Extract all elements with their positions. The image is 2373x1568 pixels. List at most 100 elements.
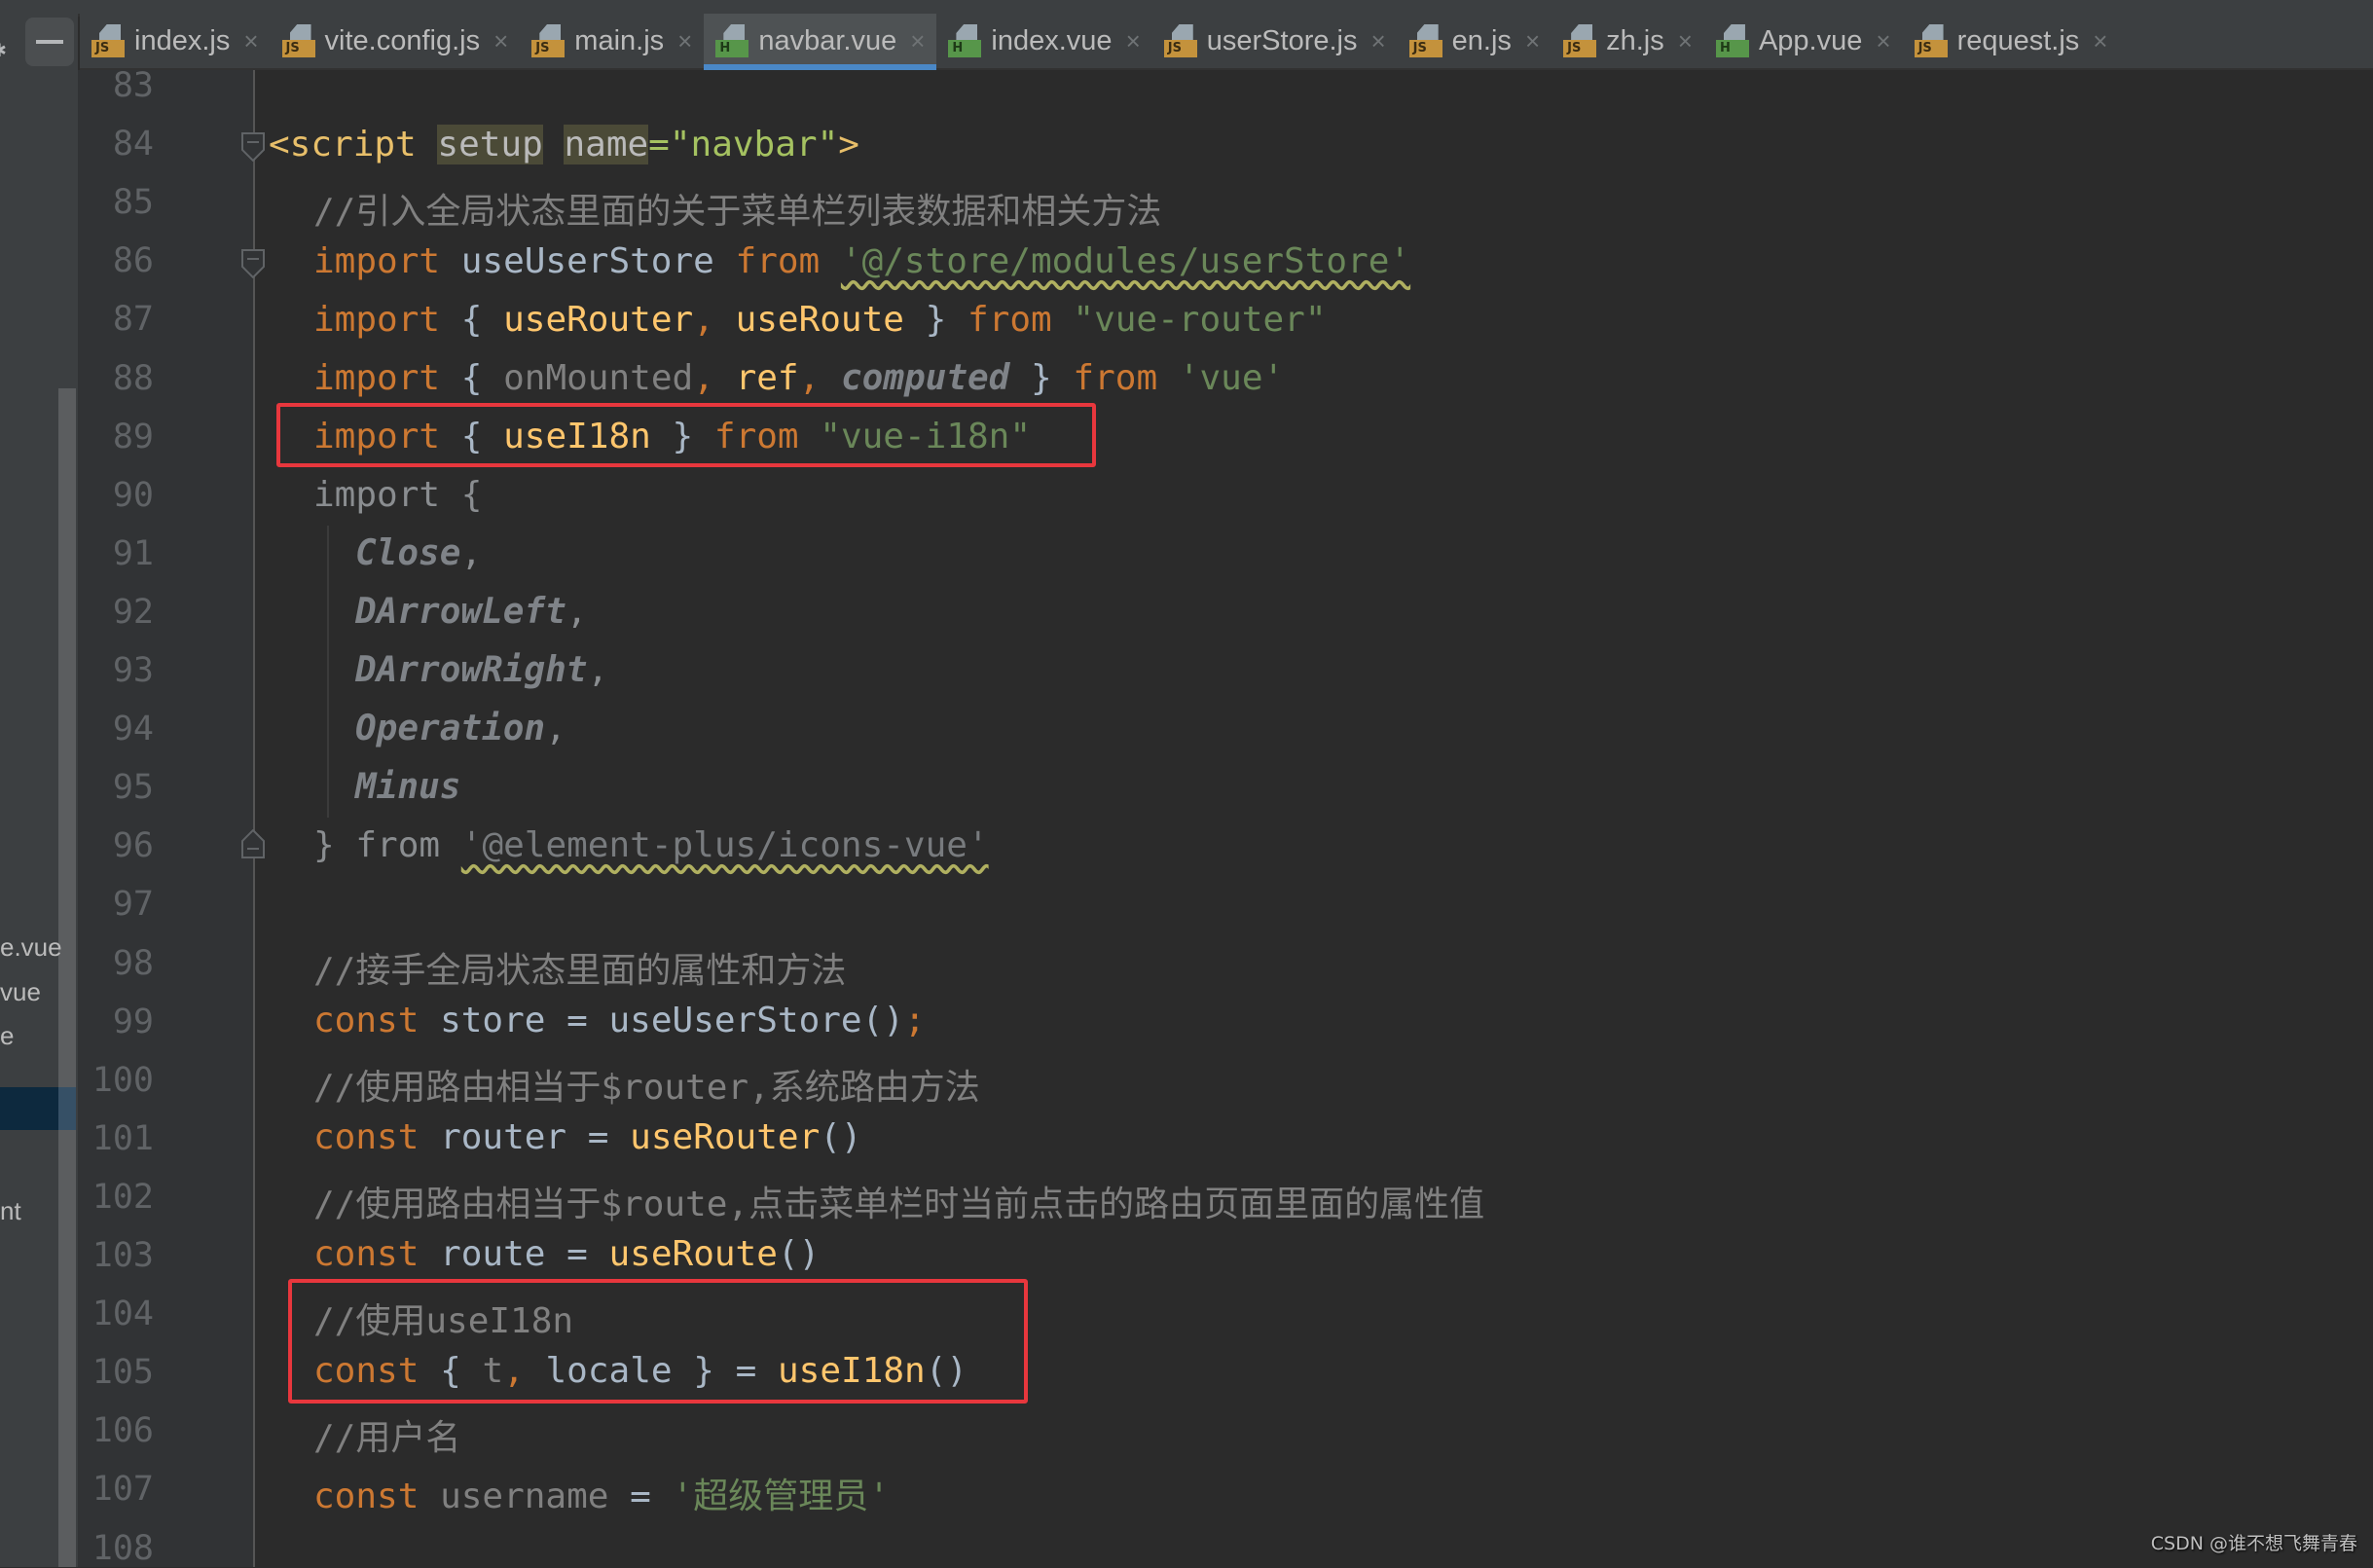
identifier: DArrowRight — [355, 650, 588, 690]
collapse-all-button[interactable] — [25, 18, 74, 66]
brace: } — [925, 300, 947, 340]
tab-request-js[interactable]: JS request.js × — [1903, 14, 2120, 68]
close-tab-icon[interactable]: × — [1876, 26, 1890, 56]
close-tab-icon[interactable]: × — [1370, 26, 1385, 56]
line-number: 92 — [112, 592, 154, 632]
comma: , — [798, 358, 821, 398]
keyword: import — [313, 358, 441, 398]
line-number: 90 — [112, 475, 154, 515]
identifier: store — [440, 1001, 546, 1040]
close-tab-icon[interactable]: × — [493, 26, 508, 56]
semicolon: ; — [903, 1001, 926, 1040]
tab-label: navbar.vue — [758, 24, 897, 56]
operator: = — [566, 1234, 588, 1274]
code-line-84: <script setup name="navbar"> — [269, 125, 859, 164]
tab-userStore-js[interactable]: JS userStore.js × — [1152, 14, 1398, 68]
editor-tab-bar: JS index.js × JS vite.config.js × JS main.js × Hn… — [80, 14, 2373, 70]
code-line-94: Operation, — [355, 709, 566, 748]
identifier: computed — [840, 358, 1010, 398]
tab-main-js[interactable]: JS main.js × — [520, 14, 704, 68]
identifier: ref — [735, 358, 799, 398]
settings-icon[interactable]: ✱ — [0, 35, 6, 62]
comma: , — [587, 650, 609, 690]
identifier: Operation — [355, 709, 546, 748]
tab-label: vite.config.js — [324, 24, 481, 56]
identifier: Close — [355, 533, 461, 573]
code-line-101: const router = useRouter() — [313, 1117, 862, 1157]
close-tab-icon[interactable]: × — [910, 26, 925, 56]
import-path[interactable]: '@/store/modules/userStore' — [841, 241, 1410, 281]
tab-App-vue[interactable]: H App.vue × — [1704, 14, 1903, 68]
line-number: 96 — [112, 826, 154, 866]
close-tab-icon[interactable]: × — [1678, 26, 1693, 56]
fold-collapse-icon[interactable] — [241, 249, 265, 278]
line-number: 88 — [112, 358, 154, 398]
attr-eq: = — [648, 125, 670, 164]
line-number: 107 — [91, 1470, 154, 1510]
tab-navbar-vue[interactable]: Hnavbar.vue × — [704, 14, 937, 70]
code-line-102: //使用路由相当于$route,点击菜单栏时当前点击的路由页面里面的属性值 — [313, 1185, 1485, 1224]
line-number: 102 — [91, 1177, 154, 1217]
code-line-86: import useUserStore from '@/store/module… — [313, 241, 1410, 281]
close-tab-icon[interactable]: × — [2093, 26, 2107, 56]
tab-index-js[interactable]: JS index.js × — [80, 14, 271, 68]
highlight-box-usei18n — [288, 1279, 1028, 1404]
tab-label: App.vue — [1758, 24, 1863, 56]
identifier: useRoute — [735, 300, 904, 340]
brace: } — [313, 825, 335, 865]
tab-zh-js[interactable]: JS zh.js × — [1552, 14, 1704, 68]
project-panel-scrollbar[interactable] — [58, 388, 76, 1567]
attr-setup: setup — [437, 125, 543, 164]
comma: , — [693, 300, 714, 340]
tab-en-js[interactable]: JS en.js × — [1398, 14, 1552, 68]
code-line-95: Minus — [355, 767, 460, 807]
keyword: const — [313, 1477, 420, 1516]
close-tab-icon[interactable]: × — [243, 26, 258, 56]
tab-label: main.js — [574, 24, 665, 56]
project-tree-item[interactable]: e — [0, 1021, 14, 1051]
project-tree-item[interactable]: vue — [0, 977, 41, 1007]
line-number: 106 — [91, 1411, 154, 1451]
code-line-100: //使用路由相当于$router,系统路由方法 — [313, 1068, 980, 1108]
close-tab-icon[interactable]: × — [1126, 26, 1141, 56]
js-file-icon: JS — [1163, 24, 1197, 57]
js-file-icon: JS — [531, 24, 566, 57]
tab-vite-config-js[interactable]: JS vite.config.js × — [271, 14, 521, 68]
parens: () — [777, 1234, 821, 1274]
keyword: const — [313, 1001, 420, 1040]
line-number: 104 — [91, 1295, 154, 1334]
identifier: useUserStore — [460, 241, 714, 281]
line-number: 89 — [112, 417, 154, 456]
identifier: useRouter — [503, 300, 694, 340]
line-number: 95 — [112, 768, 154, 808]
brace: } — [1031, 358, 1052, 398]
vue-file-icon: H — [948, 24, 982, 57]
operator: = — [587, 1117, 609, 1157]
brace: { — [460, 300, 483, 340]
code-line-103: const route = useRoute() — [313, 1234, 820, 1274]
fold-collapse-icon[interactable] — [241, 132, 265, 162]
line-number: 91 — [112, 533, 154, 573]
tab-label: en.js — [1451, 24, 1512, 56]
identifier: username — [440, 1477, 609, 1516]
line-number: 105 — [91, 1353, 154, 1393]
import-path[interactable]: '@element-plus/icons-vue' — [461, 825, 989, 865]
code-line-107: const username = '超级管理员' — [313, 1468, 890, 1518]
comma: , — [545, 709, 566, 748]
code-line-91: Close, — [355, 533, 482, 573]
project-tree-item[interactable]: e.vue — [0, 932, 62, 963]
tab-label: userStore.js — [1206, 24, 1358, 56]
close-tab-icon[interactable]: × — [677, 26, 692, 56]
close-tab-icon[interactable]: × — [1525, 26, 1540, 56]
line-number: 86 — [112, 241, 154, 281]
line-number: 100 — [91, 1060, 154, 1100]
scrollbar-selection-marker — [58, 1087, 76, 1130]
project-tree-item[interactable]: nt — [0, 1196, 21, 1226]
operator: = — [630, 1477, 651, 1516]
identifier: onMounted — [503, 358, 694, 398]
function-call: useRouter — [630, 1117, 821, 1157]
tab-index-vue[interactable]: Hindex.vue × — [936, 14, 1151, 68]
keyword: const — [313, 1117, 420, 1157]
code-line-93: DArrowRight, — [355, 650, 608, 690]
fold-end-icon[interactable] — [241, 829, 265, 858]
